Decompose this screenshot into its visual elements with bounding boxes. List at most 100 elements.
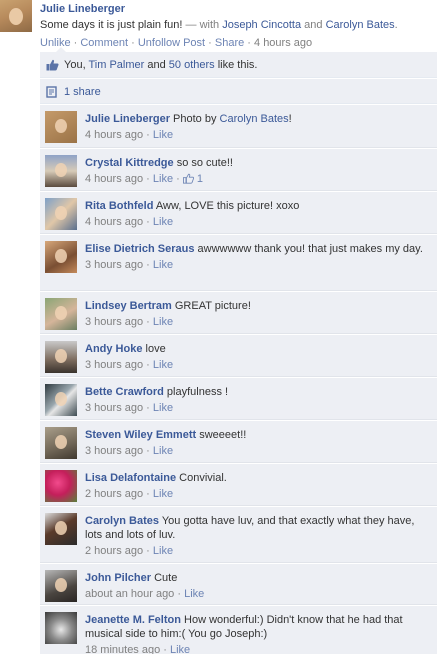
period: . [394, 19, 398, 31]
share-link[interactable]: Share [215, 37, 244, 49]
comment-like-link[interactable]: Like [153, 359, 173, 371]
commenter-avatar[interactable] [45, 341, 77, 373]
liker-link[interactable]: Tim Palmer [88, 59, 144, 71]
commenter-name-link[interactable]: Lisa Delafontaine [85, 472, 176, 484]
comment-like-link[interactable]: Like [153, 316, 173, 328]
comment-meta: 4 hours ago · Like [85, 129, 174, 141]
tagged-link-joseph[interactable]: Joseph Cincotta [222, 19, 301, 31]
story-body: Julie Lineberger Some days it is just pl… [40, 2, 435, 50]
sep: · [205, 37, 215, 49]
comment-like-link[interactable]: Like [170, 644, 190, 654]
commenter-name-link[interactable]: Carolyn Bates [85, 515, 159, 527]
comment-text: GREAT picture! [174, 300, 251, 312]
commenter-name-link[interactable]: Julie Lineberger [85, 113, 170, 125]
tagged-link-carolyn[interactable]: Carolyn Bates [326, 19, 395, 31]
comment-timestamp[interactable]: 4 hours ago [85, 216, 143, 228]
commenter-avatar[interactable] [45, 570, 77, 602]
comment-timestamp[interactable]: 3 hours ago [85, 445, 143, 457]
comment-like-link[interactable]: Like [153, 216, 173, 228]
comment-body: Rita Bothfeld Aww, LOVE this picture! xo… [85, 199, 433, 229]
story-message-text: Some days it is just plain fun! [40, 19, 183, 31]
comment-body: Andy Hoke love 3 hours ago · Like [85, 342, 433, 372]
comment-timestamp[interactable]: 2 hours ago [85, 545, 143, 557]
commenter-name-link[interactable]: John Pilcher [85, 572, 151, 584]
comment-item: Bette Crawford playfulness ! 3 hours ago… [40, 377, 437, 420]
commenter-avatar[interactable] [45, 513, 77, 545]
commenter-name-link[interactable]: Bette Crawford [85, 386, 164, 398]
likes-suffix: like this. [214, 59, 258, 71]
comment-timestamp[interactable]: 3 hours ago [85, 316, 143, 328]
sep: · [70, 37, 81, 49]
commenter-name-link[interactable]: Elise Dietrich Seraus [85, 243, 194, 255]
comment-item: Rita Bothfeld Aww, LOVE this picture! xo… [40, 191, 437, 234]
comment-item: Andy Hoke love 3 hours ago · Like [40, 334, 437, 377]
story-timestamp[interactable]: 4 hours ago [254, 37, 312, 49]
comment-timestamp[interactable]: 2 hours ago [85, 488, 143, 500]
comment-timestamp[interactable]: about an hour ago [85, 588, 174, 600]
comment-text: Cute [154, 572, 178, 584]
comment-timestamp[interactable]: 4 hours ago [85, 129, 143, 141]
comment-timestamp[interactable]: 4 hours ago [85, 173, 143, 185]
commenter-avatar[interactable] [45, 298, 77, 330]
commenter-avatar[interactable] [45, 427, 77, 459]
comment-like-link[interactable]: Like [153, 173, 173, 185]
comment-timestamp[interactable]: 3 hours ago [85, 359, 143, 371]
comment-like-link[interactable]: Like [153, 259, 173, 271]
comment-text: love [145, 343, 166, 355]
commenter-avatar[interactable] [45, 470, 77, 502]
comment-like-link[interactable]: Like [153, 402, 173, 414]
shares-label[interactable]: 1 share [64, 86, 101, 98]
comment-timestamp[interactable]: 3 hours ago [85, 402, 143, 414]
comment-like-link[interactable]: Like [184, 588, 204, 600]
commenter-name-link[interactable]: Andy Hoke [85, 343, 142, 355]
comment-meta: 3 hours ago · Like [85, 259, 174, 271]
comment-text: awwwwww thank you! that just makes my da… [197, 243, 423, 255]
comment-like-link[interactable]: Like [153, 445, 173, 457]
commenter-avatar[interactable] [45, 155, 77, 187]
thumbs-up-icon [46, 59, 59, 71]
shares-count-link[interactable]: 1 share [64, 85, 101, 99]
likes-and: and [144, 59, 169, 71]
commenter-avatar[interactable] [45, 111, 77, 143]
commenter-avatar[interactable] [45, 612, 77, 644]
photo-credit-link[interactable]: Carolyn Bates [220, 113, 289, 125]
commenter-name-link[interactable]: Jeanette M. Felton [85, 614, 181, 626]
comment-like-count[interactable]: 1 [197, 173, 203, 185]
comment-meta: about an hour ago · Like [85, 588, 205, 600]
comment-timestamp[interactable]: 18 minutes ago [85, 644, 160, 654]
comment-body: Jeanette M. Felton How wonderful:) Didn'… [85, 613, 433, 654]
others-link[interactable]: 50 others [169, 59, 215, 71]
shares-row: 1 share [40, 78, 437, 104]
comment-meta: 4 hours ago · Like [85, 216, 174, 228]
commenter-avatar[interactable] [45, 241, 77, 273]
comment-body: Lindsey Bertram GREAT picture! 3 hours a… [85, 299, 433, 329]
comment-text: so so cute!! [176, 157, 233, 169]
comment-body: John Pilcher Cute about an hour ago · Li… [85, 571, 433, 601]
comment-like-link[interactable]: Like [153, 545, 173, 557]
commenter-avatar[interactable] [45, 384, 77, 416]
commenter-name-link[interactable]: Lindsey Bertram [85, 300, 172, 312]
commenter-name-link[interactable]: Rita Bothfeld [85, 200, 153, 212]
comment-item: John Pilcher Cute about an hour ago · Li… [40, 563, 437, 605]
commenter-name-link[interactable]: Crystal Kittredge [85, 157, 174, 169]
author-avatar[interactable] [0, 0, 32, 32]
commenter-name-link[interactable]: Steven Wiley Emmett [85, 429, 196, 441]
comment-text: Convivial. [179, 472, 227, 484]
and-word: and [301, 19, 326, 31]
comment-meta: 2 hours ago · Like [85, 545, 174, 557]
comment-like-link[interactable]: Like [153, 129, 173, 141]
commenter-avatar[interactable] [45, 198, 77, 230]
comment-item: Elise Dietrich Seraus awwwwww thank you!… [40, 234, 437, 291]
comment-body: Carolyn Bates You gotta have luv, and th… [85, 514, 433, 558]
comment-meta: 4 hours ago · Like · 1 [85, 173, 204, 185]
comment-like-link[interactable]: Like [153, 488, 173, 500]
comment-timestamp[interactable]: 3 hours ago [85, 259, 143, 271]
comment-text: Aww, LOVE this picture! xoxo [155, 200, 300, 212]
like-count-icon [182, 173, 194, 184]
author-name-link[interactable]: Julie Lineberger [40, 2, 435, 16]
comment-link[interactable]: Comment [80, 37, 128, 49]
comment-item: Lisa Delafontaine Convivial. 2 hours ago… [40, 463, 437, 506]
unfollow-post-link[interactable]: Unfollow Post [138, 37, 205, 49]
comment-body: Crystal Kittredge so so cute!! 4 hours a… [85, 156, 433, 186]
comment-text-after: ! [288, 113, 292, 125]
